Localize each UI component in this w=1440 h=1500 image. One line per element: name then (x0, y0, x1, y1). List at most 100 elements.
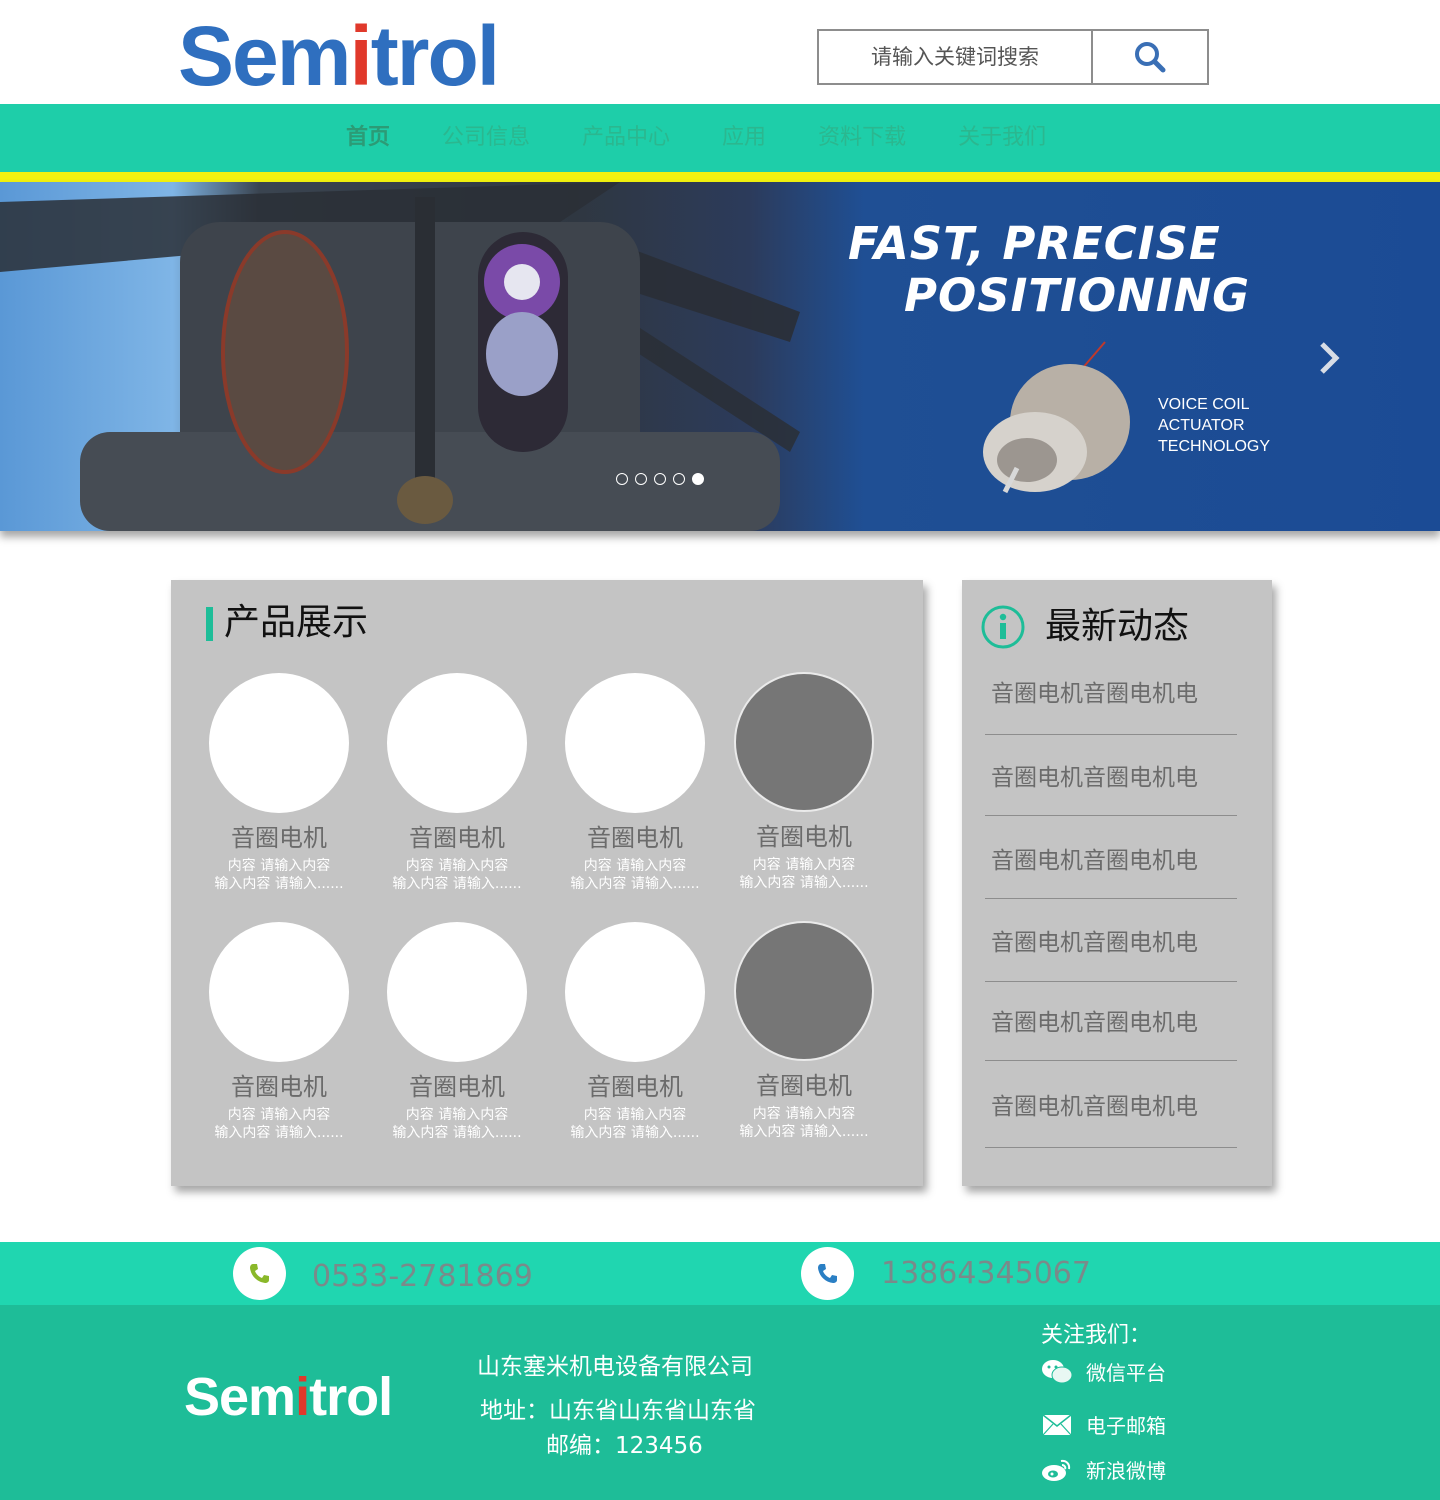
product-name: 音圈电机 (587, 824, 683, 852)
banner-dot[interactable] (616, 473, 628, 485)
product-card[interactable]: 音圈电机 内容 请输入内容 输入内容 请输入...... (189, 673, 369, 893)
mail-icon (1041, 1411, 1073, 1439)
banner-subtitle: VOICE COIL ACTUATOR TECHNOLOGY (1158, 394, 1270, 457)
product-desc-line: 输入内容 请输入...... (392, 876, 522, 892)
social-weibo[interactable]: 新浪微博 (1041, 1455, 1166, 1484)
product-desc: 内容 请输入内容 输入内容 请输入...... (367, 857, 547, 893)
product-name: 音圈电机 (756, 823, 852, 851)
banner-dot[interactable] (635, 473, 647, 485)
social-wechat[interactable]: 微信平台 (1041, 1357, 1166, 1386)
product-card[interactable]: 音圈电机 内容 请输入内容 输入内容 请输入...... (367, 673, 547, 893)
products-title: 产品展示 (224, 602, 369, 643)
news-item[interactable]: 音圈电机音圈电机电 (985, 1087, 1237, 1148)
social-label: 微信平台 (1086, 1361, 1166, 1385)
product-card[interactable]: 音圈电机 内容 请输入内容 输入内容 请输入...... (545, 922, 725, 1142)
company-postcode: 邮编：123456 (546, 1433, 703, 1459)
logo-text-accent: i (349, 9, 372, 103)
product-card[interactable]: 音圈电机 内容 请输入内容 输入内容 请输入...... (545, 673, 725, 893)
banner-subtitle-line: ACTUATOR (1158, 417, 1245, 434)
company-address: 地址：山东省山东省山东省 (480, 1398, 756, 1424)
social-email[interactable]: 电子邮箱 (1041, 1410, 1166, 1439)
mobile-number: 13864345067 (881, 1256, 1091, 1291)
product-card[interactable]: 音圈电机 内容 请输入内容 输入内容 请输入...... (714, 921, 894, 1141)
product-desc: 内容 请输入内容 输入内容 请输入...... (714, 856, 894, 892)
search-icon (1135, 42, 1166, 73)
product-desc-line: 内容 请输入内容 (752, 857, 856, 873)
product-desc: 内容 请输入内容 输入内容 请输入...... (714, 1105, 894, 1141)
product-desc-line: 内容 请输入内容 (405, 1107, 509, 1123)
main-nav: 首页 公司信息 产品中心 应用 资料下载 关于我们 (0, 104, 1440, 172)
weibo-icon (1041, 1456, 1073, 1484)
products-panel: 产品展示 音圈电机 内容 请输入内容 输入内容 请输入...... 音圈电机 内容… (171, 580, 923, 1186)
nav-item-products[interactable]: 产品中心 (556, 104, 696, 172)
banner-headline-line1: FAST, PRECISE (848, 217, 1221, 270)
phone-icon (233, 1247, 286, 1300)
product-desc-line: 内容 请输入内容 (227, 1107, 331, 1123)
logo-text-part: trol (309, 1367, 393, 1427)
product-card[interactable]: 音圈电机 内容 请输入内容 输入内容 请输入...... (189, 922, 369, 1142)
product-card[interactable]: 音圈电机 内容 请输入内容 输入内容 请输入...... (367, 922, 547, 1142)
nav-accent-stripe (0, 172, 1440, 182)
phone-icon (801, 1247, 854, 1300)
social-label: 新浪微博 (1086, 1459, 1166, 1483)
site-logo[interactable]: Semitrol (178, 14, 500, 98)
nav-item-company[interactable]: 公司信息 (416, 104, 556, 172)
banner-next-button[interactable] (1312, 338, 1346, 378)
banner-dot[interactable] (654, 473, 666, 485)
banner-subtitle-line: TECHNOLOGY (1158, 438, 1271, 455)
news-panel: 最新动态 音圈电机音圈电机电 音圈电机音圈电机电 音圈电机音圈电机电 音圈电机音… (962, 580, 1272, 1186)
logo-text-part: Sem (178, 9, 351, 103)
news-item[interactable]: 音圈电机音圈电机电 (985, 1003, 1237, 1061)
nav-item-about[interactable]: 关于我们 (932, 104, 1072, 172)
contact-strip: 0533-2781869 13864345067 (0, 1242, 1440, 1305)
nav-item-home[interactable]: 首页 (320, 104, 416, 172)
footer-logo[interactable]: Semitrol (184, 1367, 393, 1427)
product-desc-line: 输入内容 请输入...... (739, 875, 869, 891)
logo-text-accent: i (295, 1367, 310, 1427)
product-desc: 内容 请输入内容 输入内容 请输入...... (367, 1106, 547, 1142)
news-item[interactable]: 音圈电机音圈电机电 (985, 841, 1237, 899)
banner-headline-line2: POSITIONING (904, 269, 1251, 322)
social-label: 电子邮箱 (1086, 1414, 1166, 1438)
nav-items: 首页 公司信息 产品中心 应用 资料下载 关于我们 (320, 104, 1072, 172)
banner-pagination (616, 473, 704, 485)
product-image (565, 673, 705, 813)
product-desc-line: 输入内容 请输入...... (214, 1125, 344, 1141)
banner-subtitle-line: VOICE COIL (1158, 396, 1250, 413)
product-desc-line: 输入内容 请输入...... (392, 1125, 522, 1141)
search-box (817, 29, 1209, 85)
product-name: 音圈电机 (231, 1073, 327, 1101)
product-desc: 内容 请输入内容 输入内容 请输入...... (545, 1106, 725, 1142)
logo-text-part: trol (370, 9, 500, 103)
hero-banner[interactable]: FAST, PRECISE POSITIONING VOICE COIL ACT… (0, 182, 1440, 531)
product-desc-line: 输入内容 请输入...... (214, 876, 344, 892)
banner-dot[interactable] (673, 473, 685, 485)
product-image (209, 922, 349, 1062)
site-footer: Semitrol 山东塞米机电设备有限公司 地址：山东省山东省山东省 邮编：12… (0, 1305, 1440, 1500)
search-input[interactable] (819, 31, 1091, 83)
product-desc: 内容 请输入内容 输入内容 请输入...... (545, 857, 725, 893)
product-image (734, 672, 874, 812)
phone-handset-icon (249, 1263, 269, 1283)
product-desc-line: 输入内容 请输入...... (570, 1125, 700, 1141)
product-desc-line: 内容 请输入内容 (752, 1106, 856, 1122)
nav-item-downloads[interactable]: 资料下载 (792, 104, 932, 172)
product-desc: 内容 请输入内容 输入内容 请输入...... (189, 857, 369, 893)
product-card[interactable]: 音圈电机 内容 请输入内容 输入内容 请输入...... (714, 672, 894, 892)
company-name: 山东塞米机电设备有限公司 (477, 1354, 753, 1380)
phone-number: 0533-2781869 (312, 1259, 533, 1294)
search-button[interactable] (1091, 31, 1207, 83)
product-image (565, 922, 705, 1062)
nav-item-applications[interactable]: 应用 (696, 104, 792, 172)
follow-us-title: 关注我们： (1041, 1323, 1152, 1348)
banner-dot-active[interactable] (692, 473, 704, 485)
site-header: Semitrol (0, 0, 1440, 104)
news-item[interactable]: 音圈电机音圈电机电 (985, 758, 1237, 816)
product-desc-line: 输入内容 请输入...... (570, 876, 700, 892)
news-item[interactable]: 音圈电机音圈电机电 (985, 923, 1237, 982)
banner-actuator-image (983, 341, 1130, 494)
phone-handset-icon (817, 1263, 837, 1283)
news-item[interactable]: 音圈电机音圈电机电 (985, 674, 1237, 735)
product-desc-line: 输入内容 请输入...... (739, 1124, 869, 1140)
product-name: 音圈电机 (409, 1073, 505, 1101)
